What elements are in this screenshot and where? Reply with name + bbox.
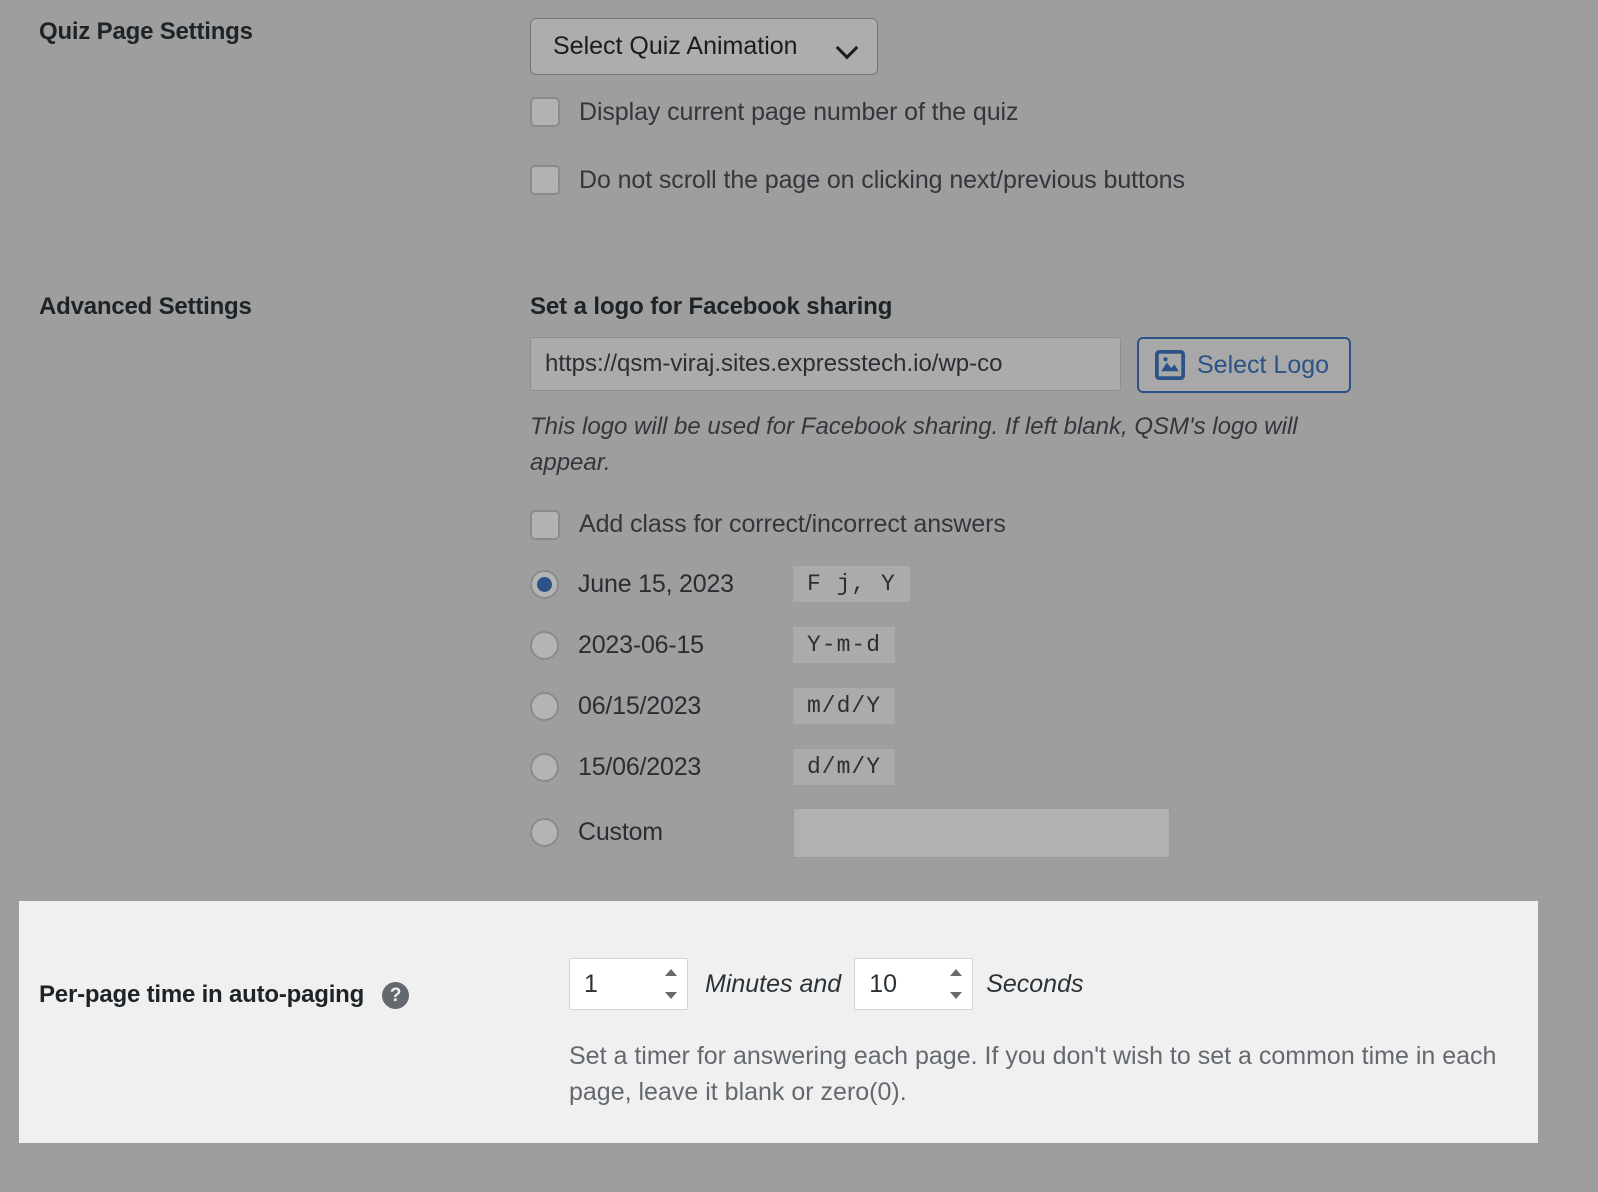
- add-class-checkbox[interactable]: [530, 509, 560, 540]
- display-page-number-checkbox-row[interactable]: Display current page number of the quiz: [530, 97, 1598, 127]
- minutes-stepper: [569, 958, 688, 1010]
- spinner-down-icon[interactable]: [665, 992, 677, 999]
- seconds-unit-label: Seconds: [986, 969, 1084, 998]
- date-format-radio-custom[interactable]: [530, 818, 559, 848]
- quiz-animation-select-value: Select Quiz Animation: [553, 32, 798, 60]
- date-format-code-0: F j, Y: [793, 566, 910, 603]
- date-format-code-1: Y-m-d: [793, 627, 896, 664]
- add-class-label: Add class for correct/incorrect answers: [579, 510, 1006, 539]
- minutes-unit-label: Minutes and: [705, 969, 842, 998]
- date-format-radio-0[interactable]: [530, 569, 559, 599]
- date-format-custom-input[interactable]: [793, 807, 1170, 858]
- spinner-up-icon[interactable]: [665, 969, 677, 976]
- media-image-icon: [1155, 350, 1185, 380]
- per-page-time-description: Set a timer for answering each page. If …: [569, 1042, 1497, 1106]
- per-page-time-inputs: Minutes and Seconds: [569, 958, 1097, 1010]
- date-format-radio-group: June 15, 2023 F j, Y 2023-06-15 Y-m-d 06…: [530, 554, 1598, 868]
- display-page-number-checkbox[interactable]: [530, 97, 560, 127]
- logo-field-heading: Set a logo for Facebook sharing: [530, 293, 893, 320]
- select-logo-button-label: Select Logo: [1197, 350, 1330, 379]
- logo-description: This logo will be used for Facebook shar…: [530, 413, 1298, 477]
- date-format-option-0[interactable]: June 15, 2023 F j, Y: [530, 554, 1598, 615]
- date-format-label-1: 2023-06-15: [578, 630, 704, 659]
- advanced-settings-label: Advanced Settings: [39, 293, 252, 320]
- date-format-label-2: 06/15/2023: [578, 691, 702, 720]
- date-format-option-3[interactable]: 15/06/2023 d/m/Y: [530, 737, 1598, 798]
- add-class-checkbox-row[interactable]: Add class for correct/incorrect answers: [530, 509, 1598, 540]
- advanced-settings-fields: Set a logo for Facebook sharing Select L…: [530, 293, 1598, 868]
- help-question-icon[interactable]: ?: [382, 981, 410, 1009]
- date-format-label-custom: Custom: [578, 818, 663, 847]
- select-logo-button[interactable]: Select Logo: [1137, 337, 1352, 393]
- spinner-down-icon[interactable]: [950, 992, 963, 999]
- spinner-up-icon[interactable]: [950, 969, 963, 976]
- date-format-option-1[interactable]: 2023-06-15 Y-m-d: [530, 615, 1598, 676]
- logo-url-input[interactable]: [530, 337, 1121, 391]
- chevron-down-icon: [837, 36, 859, 58]
- date-format-label-0: June 15, 2023: [578, 569, 734, 598]
- date-format-option-2[interactable]: 06/15/2023 m/d/Y: [530, 676, 1598, 737]
- no-scroll-checkbox[interactable]: [530, 165, 560, 195]
- date-format-option-custom[interactable]: Custom: [530, 798, 1598, 868]
- per-page-time-panel: Per-page time in auto-paging ? Minutes a…: [19, 901, 1538, 1143]
- date-format-radio-2[interactable]: [530, 691, 559, 721]
- date-format-radio-3[interactable]: [530, 752, 559, 782]
- quiz-page-settings-label: Quiz Page Settings: [39, 18, 253, 45]
- seconds-spinner[interactable]: [948, 969, 964, 999]
- advanced-settings-row: Advanced Settings Set a logo for Faceboo…: [0, 293, 1598, 868]
- display-page-number-label: Display current page number of the quiz: [579, 97, 1019, 126]
- logo-input-group: Select Logo: [530, 337, 1598, 393]
- quiz-settings-form: Quiz Page Settings Select Quiz Animation…: [0, 0, 1598, 1192]
- date-format-radio-1[interactable]: [530, 630, 559, 660]
- per-page-time-fields: Minutes and Seconds: [569, 958, 1097, 1010]
- quiz-page-settings-row: Quiz Page Settings Select Quiz Animation…: [0, 18, 1598, 195]
- date-format-label-3: 15/06/2023: [578, 752, 702, 781]
- seconds-stepper: [854, 958, 974, 1010]
- per-page-time-label-group: Per-page time in auto-paging ?: [39, 981, 410, 1009]
- quiz-animation-select[interactable]: Select Quiz Animation: [530, 18, 878, 75]
- date-format-code-2: m/d/Y: [793, 688, 896, 725]
- quiz-page-settings-fields: Select Quiz Animation Display current pa…: [530, 18, 1598, 195]
- no-scroll-checkbox-row[interactable]: Do not scroll the page on clicking next/…: [530, 165, 1598, 195]
- minutes-spinner[interactable]: [663, 969, 679, 999]
- per-page-time-label: Per-page time in auto-paging: [39, 981, 365, 1008]
- date-format-code-3: d/m/Y: [793, 749, 896, 786]
- no-scroll-label: Do not scroll the page on clicking next/…: [579, 165, 1185, 194]
